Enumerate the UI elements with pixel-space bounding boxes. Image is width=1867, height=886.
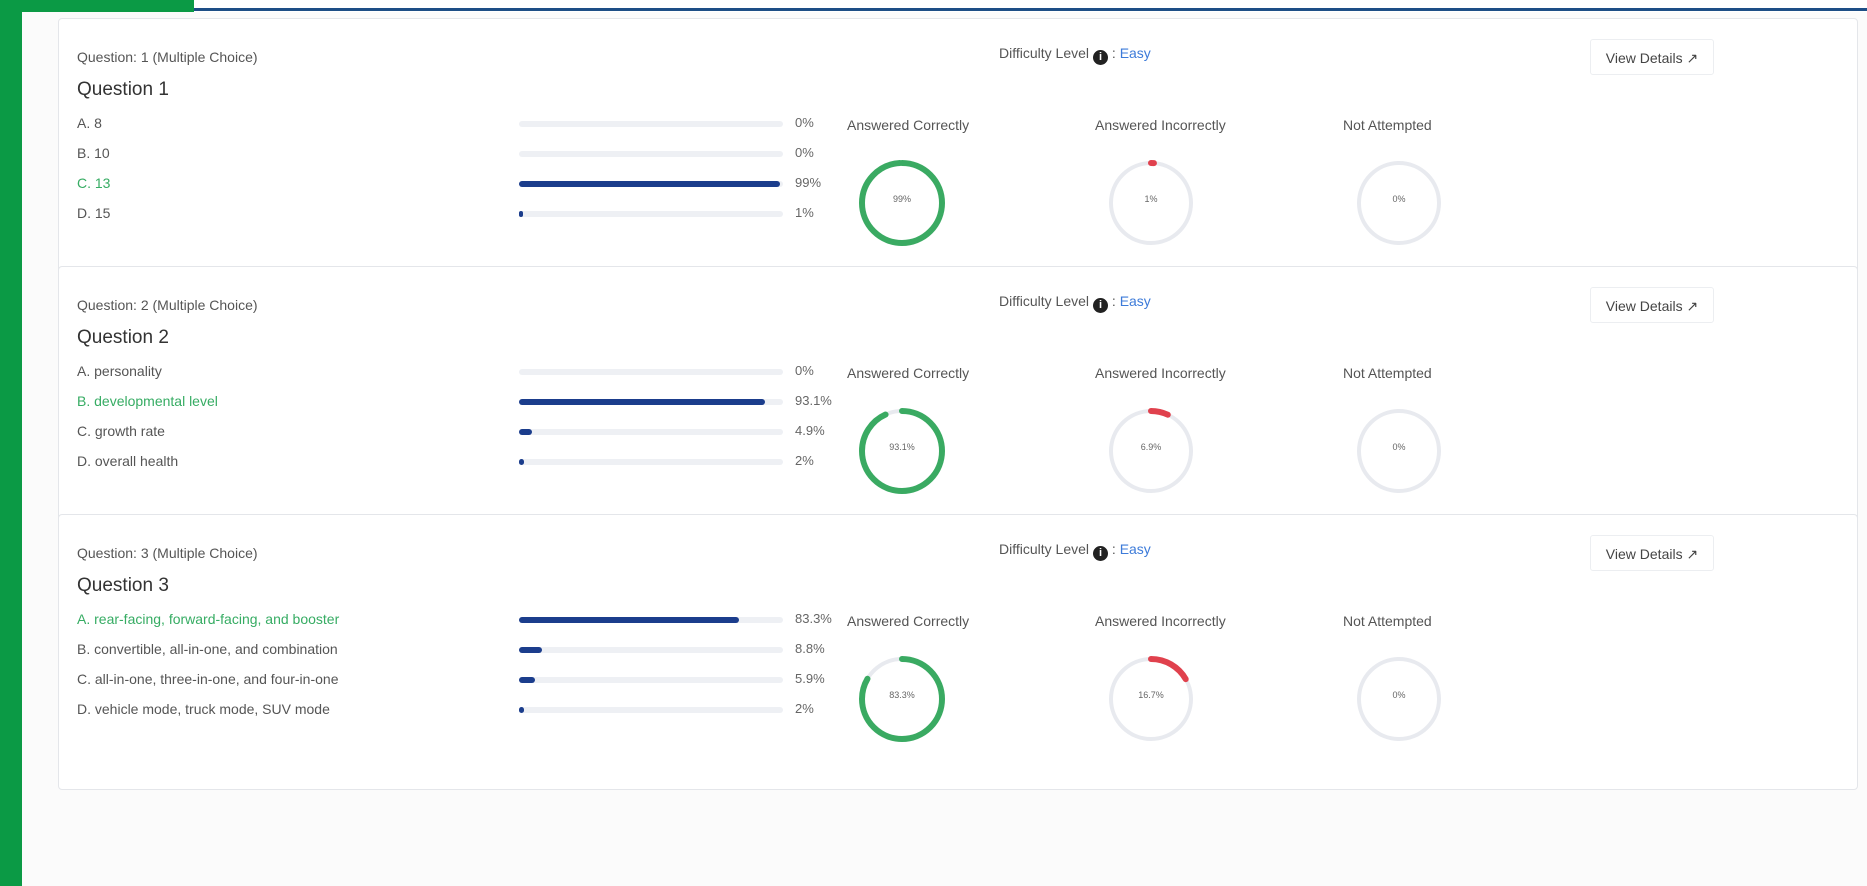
answer-percent-value: 5.9% (795, 671, 825, 686)
difficulty-level: Difficulty Level i : Easy (999, 293, 1151, 313)
answer-option-label: C. 13 (77, 175, 111, 191)
difficulty-label: Difficulty Level (999, 293, 1090, 309)
answer-percent-value: 83.3% (795, 611, 832, 626)
answered-incorrectly-value: 16.7% (1138, 690, 1164, 700)
difficulty-label: Difficulty Level (999, 541, 1090, 557)
answer-percent-bar (519, 151, 783, 157)
answer-percent-value: 2% (795, 701, 814, 716)
question-analysis-panel: Question: 1 (Multiple Choice) Question 1 A… (22, 12, 1867, 886)
not-attempted-value: 0% (1392, 442, 1406, 452)
answer-option-label: B. developmental level (77, 393, 218, 409)
answer-percent-value: 2% (795, 453, 814, 468)
question-type-label: Question: 3 (Multiple Choice) (77, 545, 258, 561)
question-type-label: Question: 1 (Multiple Choice) (77, 49, 258, 65)
view-details-button[interactable]: View Details ↗ (1590, 39, 1714, 75)
view-details-button[interactable]: View Details ↗ (1590, 287, 1714, 323)
question-title: Question 1 (77, 79, 169, 100)
answer-percent-bar (519, 399, 783, 405)
info-icon[interactable]: i (1093, 546, 1109, 561)
answer-option-label: A. personality (77, 363, 162, 379)
answered-incorrectly-value: 6.9% (1140, 442, 1162, 452)
left-accent-bar (0, 0, 22, 886)
answer-percent-bar (519, 617, 783, 623)
answer-percent-bar (519, 459, 783, 465)
answered-correctly-value: 83.3% (889, 690, 915, 700)
answered-correctly-label: Answered Correctly (847, 365, 970, 381)
not-attempted-label: Not Attempted (1343, 613, 1432, 629)
top-accent-tab (22, 0, 194, 12)
answer-percent-bar-fill (519, 181, 781, 187)
question-card: Question: 1 (Multiple Choice) Question 1 A… (58, 18, 1858, 294)
answer-percent-bar-fill (519, 677, 535, 683)
answer-option-label: D. vehicle mode, truck mode, SUV mode (77, 701, 330, 717)
answered-correctly-value: 99% (892, 194, 911, 204)
view-details-button[interactable]: View Details ↗ (1590, 535, 1714, 571)
answered-correctly-value: 93.1% (889, 442, 915, 452)
answered-incorrectly-label: Answered Incorrectly (1095, 365, 1226, 381)
answered-incorrectly-label: Answered Incorrectly (1095, 117, 1226, 133)
answer-percent-value: 4.9% (795, 423, 825, 438)
answer-percent-bar (519, 121, 783, 127)
answer-option-label: D. 15 (77, 205, 111, 221)
answer-percent-value: 93.1% (795, 393, 832, 408)
answered-correctly-label: Answered Correctly (847, 117, 970, 133)
answer-percent-value: 0% (795, 115, 814, 130)
info-icon[interactable]: i (1093, 298, 1109, 313)
answer-percent-bar-fill (519, 707, 525, 713)
question-type-label: Question: 2 (Multiple Choice) (77, 297, 258, 313)
answer-option-label: C. growth rate (77, 423, 165, 439)
question-card: Question: 3 (Multiple Choice) Question 3 A… (58, 514, 1858, 790)
question-title: Question 2 (77, 327, 169, 348)
answered-incorrectly-label: Answered Incorrectly (1095, 613, 1226, 629)
info-icon[interactable]: i (1093, 50, 1109, 65)
answer-percent-bar-fill (519, 459, 525, 465)
answer-percent-value: 1% (795, 205, 814, 220)
answer-percent-bar (519, 429, 783, 435)
answer-option-label: B. convertible, all-in-one, and combinat… (77, 641, 338, 657)
answer-percent-bar-fill (519, 211, 523, 217)
answer-option-label: B. 10 (77, 145, 110, 161)
answer-percent-value: 99% (795, 175, 822, 190)
answer-percent-value: 8.8% (795, 641, 825, 656)
answer-percent-value: 0% (795, 363, 814, 378)
difficulty-label: Difficulty Level (999, 45, 1090, 61)
answer-percent-value: 0% (795, 145, 814, 160)
answered-correctly-label: Answered Correctly (847, 613, 970, 629)
difficulty-value: Easy (1119, 45, 1151, 61)
answer-percent-bar (519, 647, 783, 653)
question-card: Question: 2 (Multiple Choice) Question 2 A… (58, 266, 1858, 542)
answer-percent-bar-fill (519, 617, 739, 623)
answer-percent-bar-fill (519, 399, 765, 405)
difficulty-value: Easy (1119, 541, 1151, 557)
answer-option-label: C. all-in-one, three-in-one, and four-in… (77, 671, 339, 687)
not-attempted-value: 0% (1392, 690, 1406, 700)
answer-percent-bar (519, 369, 783, 375)
answer-option-label: D. overall health (77, 453, 179, 469)
answer-percent-bar-fill (519, 429, 532, 435)
not-attempted-value: 0% (1392, 194, 1406, 204)
not-attempted-label: Not Attempted (1343, 365, 1432, 381)
difficulty-level: Difficulty Level i : Easy (999, 45, 1151, 65)
top-divider-line (194, 8, 1867, 11)
answer-option-label: A. rear-facing, forward-facing, and boos… (77, 611, 340, 627)
answer-percent-bar (519, 707, 783, 713)
answer-percent-bar-fill (519, 647, 543, 653)
answer-percent-bar (519, 181, 783, 187)
difficulty-value: Easy (1119, 293, 1151, 309)
not-attempted-label: Not Attempted (1343, 117, 1432, 133)
difficulty-level: Difficulty Level i : Easy (999, 541, 1151, 561)
answer-percent-bar (519, 677, 783, 683)
answer-option-label: A. 8 (77, 115, 102, 131)
answer-percent-bar (519, 211, 783, 217)
answered-incorrectly-value: 1% (1144, 194, 1158, 204)
question-title: Question 3 (77, 575, 169, 596)
